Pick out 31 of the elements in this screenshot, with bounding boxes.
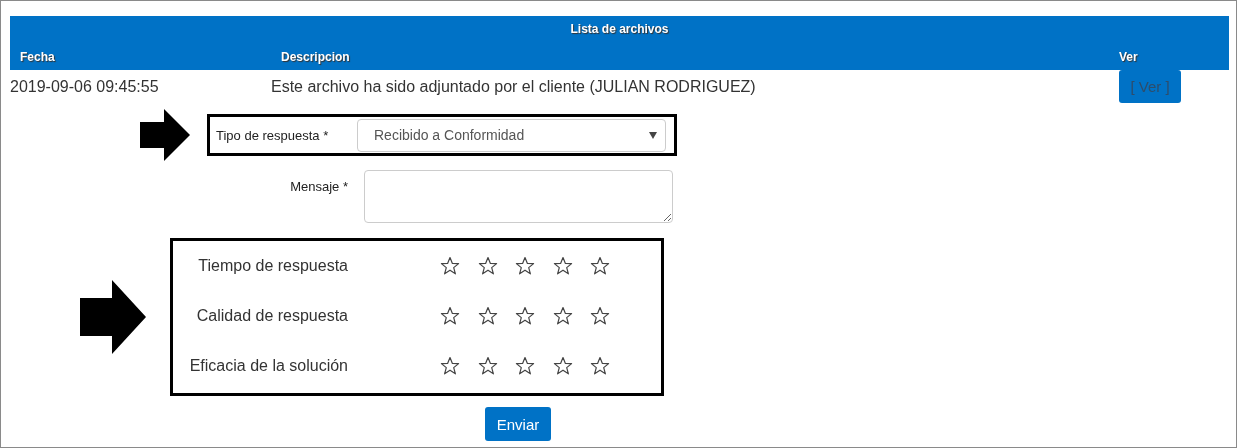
- star-icon[interactable]: [515, 356, 535, 376]
- column-header: Fecha: [20, 50, 55, 64]
- response-type-select[interactable]: Recibido a Conformidad: [357, 118, 666, 152]
- caret-icon: [649, 131, 657, 139]
- column-header: Descripcion: [281, 50, 350, 64]
- star-icon[interactable]: [590, 356, 610, 376]
- table-title: Lista de archivos: [569, 22, 670, 38]
- rating-label: Tiempo de respuesta: [197, 257, 348, 275]
- star-icon[interactable]: [440, 256, 460, 276]
- star-icon[interactable]: [552, 256, 573, 276]
- date-cell: 2019-09-06 09:45:55: [10, 78, 159, 95]
- star-icon[interactable]: [552, 356, 573, 376]
- field-label: Tipo de respuesta *: [215, 127, 330, 143]
- description-cell: Este archivo ha sido adjuntado por el cliente (JULIAN RODRIGUEZ): [271, 78, 756, 95]
- star-icon[interactable]: [440, 356, 460, 376]
- star-icon[interactable]: [440, 306, 460, 326]
- rating-label: Eficacia de la solución: [188, 357, 348, 375]
- star-icon[interactable]: [590, 256, 610, 276]
- column-header: Ver: [1119, 50, 1138, 64]
- send-button[interactable]: Enviar: [485, 407, 551, 441]
- rating-label: Calidad de respuesta: [195, 307, 348, 325]
- star-icon[interactable]: [590, 306, 610, 326]
- message-field[interactable]: [364, 170, 673, 223]
- field-label: Mensaje *: [289, 178, 349, 196]
- star-icon[interactable]: [515, 306, 535, 326]
- star-icon[interactable]: [515, 256, 535, 276]
- star-icon[interactable]: [477, 256, 498, 276]
- arrow-shape: [140, 109, 190, 161]
- star-icon[interactable]: [477, 306, 498, 326]
- star-icon[interactable]: [477, 356, 498, 376]
- star-icon[interactable]: [552, 306, 573, 326]
